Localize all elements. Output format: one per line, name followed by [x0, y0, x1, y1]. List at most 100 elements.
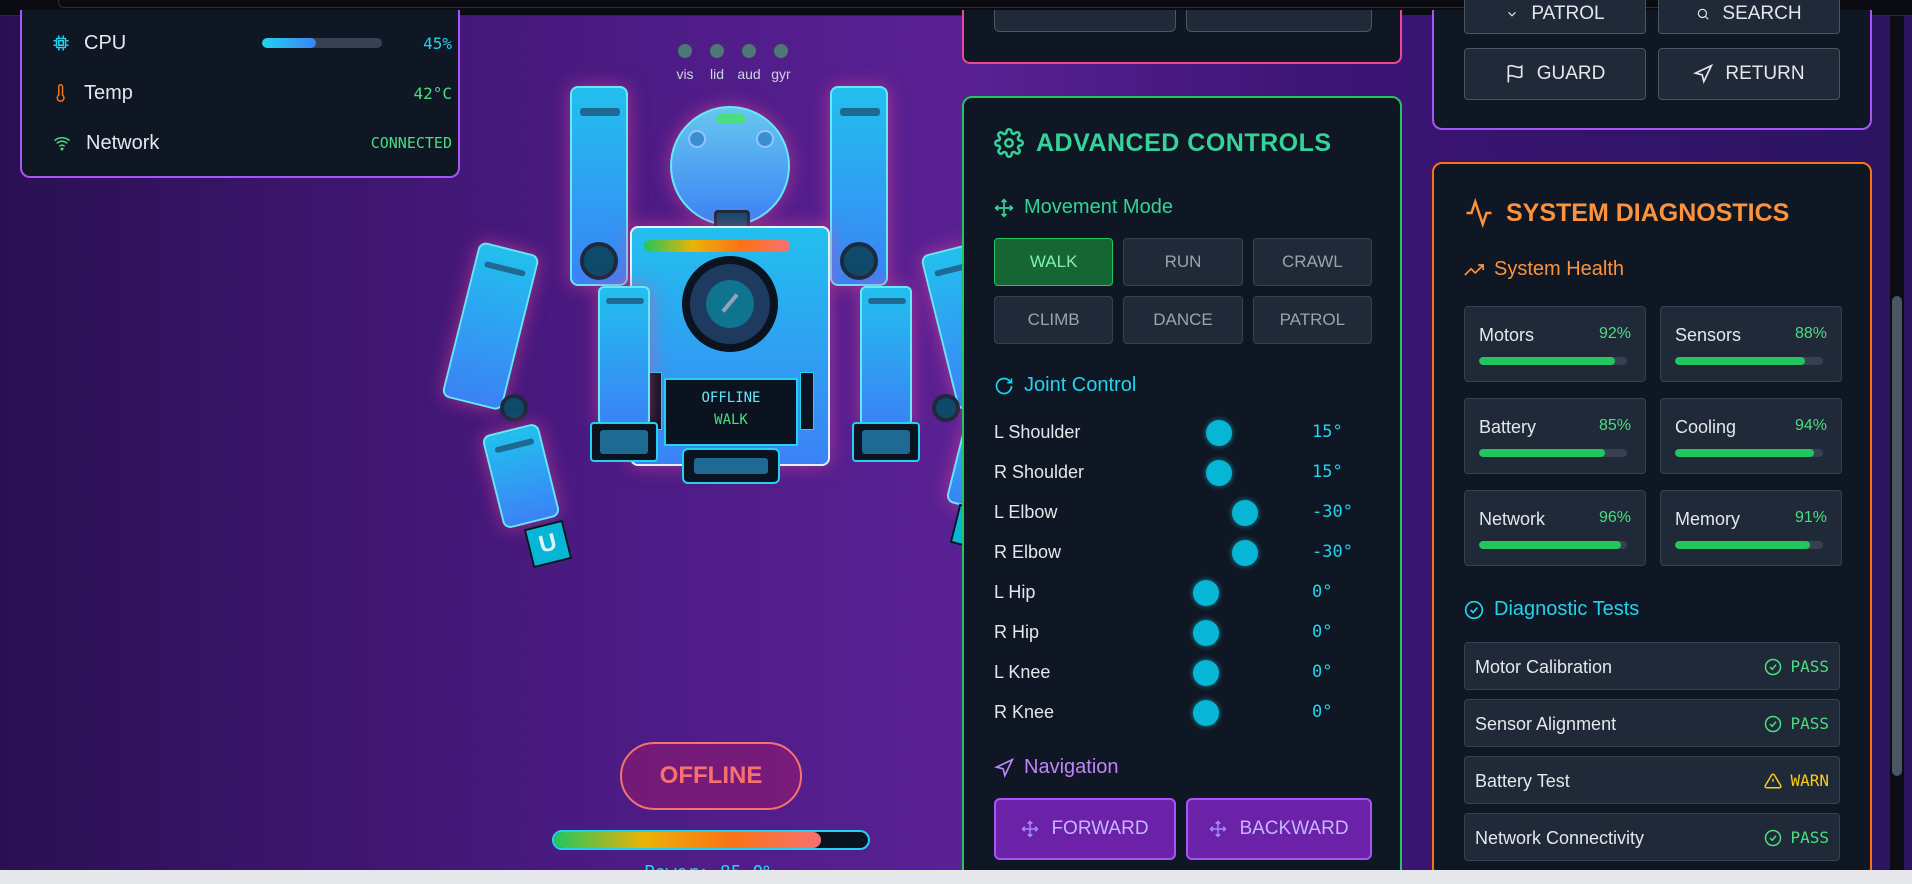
robot-model[interactable]: OFFLINE WALK U U — [441, 80, 1025, 580]
temp-label: Temp — [84, 81, 133, 104]
right-foot[interactable] — [852, 422, 920, 462]
left-leg[interactable] — [598, 286, 650, 426]
screen-mode: WALK — [714, 412, 748, 428]
health-bar — [1675, 541, 1823, 549]
mode-crawl-button[interactable]: CRAWL — [1252, 238, 1372, 286]
health-card-network: Network 96% — [1464, 490, 1646, 566]
trending-up-icon — [1464, 263, 1484, 276]
test-row-sensor-alignment[interactable]: Sensor Alignment PASS — [1464, 699, 1840, 747]
joint-slider-knob[interactable] — [1193, 620, 1219, 646]
joint-slider-knob[interactable] — [1232, 500, 1258, 526]
forward-label: FORWARD — [1051, 818, 1149, 839]
refresh-icon — [995, 377, 1013, 394]
joint-slider-knob[interactable] — [1206, 420, 1232, 446]
left-shoulder-joint[interactable] — [580, 242, 618, 280]
thermometer-icon — [56, 84, 65, 102]
health-card-motors: Motors 92% — [1464, 306, 1646, 382]
joint-slider-knob[interactable] — [1206, 460, 1232, 486]
health-bar — [1479, 357, 1627, 365]
temp-value: 42°C — [413, 83, 452, 103]
left-gripper[interactable]: U — [523, 519, 573, 569]
cpu-row: CPU 45% — [52, 28, 452, 58]
mode-patrol-button[interactable]: PATROL — [1252, 296, 1372, 344]
test-name: Motor Calibration — [1475, 657, 1613, 677]
backward-button[interactable]: BACKWARD — [1186, 798, 1372, 860]
cpu-bar — [262, 38, 382, 48]
joint-value: 15° — [1312, 462, 1343, 482]
system-health-title: System Health — [1494, 258, 1625, 280]
scrollbar-thumb[interactable] — [1892, 296, 1902, 776]
navigation-title: Navigation — [1024, 756, 1119, 778]
robot-head[interactable] — [670, 106, 790, 226]
health-card-sensors: Sensors 88% — [1660, 306, 1842, 382]
joint-label: R Knee — [994, 702, 1055, 722]
joint-control-title: Joint Control — [1024, 374, 1137, 396]
backward-label: BACKWARD — [1239, 818, 1349, 839]
health-card-cooling: Cooling 94% — [1660, 398, 1842, 474]
health-name: Network — [1479, 509, 1546, 529]
test-status-label: PASS — [1790, 714, 1829, 733]
right-shoulder-joint[interactable] — [840, 242, 878, 280]
mode-climb-button[interactable]: CLIMB — [994, 296, 1114, 344]
chip-icon — [53, 35, 69, 51]
taskbar-strip — [0, 870, 1912, 884]
network-value: CONNECTED — [370, 134, 452, 152]
joint-value: 0° — [1312, 582, 1333, 602]
health-value: 96% — [1598, 509, 1631, 526]
power-bar-fill — [554, 832, 821, 848]
health-bar-fill — [1479, 357, 1616, 365]
mode-run-button[interactable]: RUN — [1123, 238, 1243, 286]
forward-button[interactable]: FORWARD — [994, 798, 1176, 860]
right-elbow-joint[interactable] — [932, 394, 960, 422]
joint-slider-knob[interactable] — [1193, 660, 1219, 686]
flag-icon — [1507, 64, 1523, 83]
left-hand-segment[interactable] — [481, 422, 561, 530]
page-scrollbar[interactable] — [1890, 16, 1904, 876]
robot-torso[interactable]: OFFLINE WALK — [630, 226, 830, 466]
joint-slider-knob[interactable] — [1193, 580, 1219, 606]
health-bar-fill — [1675, 541, 1810, 549]
return-command-button[interactable]: RETURN — [1658, 48, 1840, 100]
joint-slider-knob[interactable] — [1193, 700, 1219, 726]
top-panel-button[interactable] — [1186, 10, 1372, 32]
diagnostics-header: SYSTEM DIAGNOSTICS — [1464, 198, 1789, 228]
mode-walk-button[interactable]: WALK — [994, 238, 1114, 286]
health-bar — [1675, 449, 1823, 457]
check-circle-icon — [1765, 829, 1782, 846]
test-status: PASS — [1764, 828, 1829, 847]
test-status: PASS — [1764, 714, 1829, 733]
patrol-command-label: PATROL — [1531, 2, 1605, 24]
guard-command-button[interactable]: GUARD — [1464, 48, 1646, 100]
health-name: Sensors — [1675, 325, 1742, 345]
health-name: Memory — [1675, 509, 1741, 529]
health-value: 85% — [1598, 417, 1631, 434]
move-icon — [994, 197, 1014, 218]
test-row-battery-test[interactable]: Battery Test WARN — [1464, 756, 1840, 804]
test-name: Network Connectivity — [1475, 828, 1645, 848]
cpu-label: CPU — [84, 31, 127, 54]
sensor-gyr: gyr — [768, 44, 794, 82]
health-value: 92% — [1598, 325, 1631, 342]
top-control-panel — [962, 10, 1402, 64]
test-row-network-connectivity[interactable]: Network Connectivity PASS — [1464, 813, 1840, 861]
left-elbow-joint[interactable] — [500, 394, 528, 422]
diagnostics-title: SYSTEM DIAGNOSTICS — [1506, 198, 1790, 227]
top-panel-button[interactable] — [994, 10, 1176, 32]
test-row-motor-calibration[interactable]: Motor Calibration PASS — [1464, 642, 1840, 690]
patrol-command-button[interactable]: PATROL — [1464, 0, 1646, 34]
test-status-label: WARN — [1790, 771, 1829, 790]
left-foot[interactable] — [590, 422, 658, 462]
joint-row-l-knee: L Knee 0° — [994, 654, 1364, 694]
joint-slider-knob[interactable] — [1232, 540, 1258, 566]
left-forearm[interactable] — [441, 241, 540, 412]
torso-heat-bar — [644, 240, 790, 252]
right-leg[interactable] — [860, 286, 912, 426]
search-command-button[interactable]: SEARCH — [1658, 0, 1840, 34]
search-command-label: SEARCH — [1722, 2, 1802, 24]
health-card-battery: Battery 85% — [1464, 398, 1646, 474]
mode-dance-button[interactable]: DANCE — [1123, 296, 1243, 344]
status-badge[interactable]: OFFLINE — [620, 742, 802, 810]
health-name: Motors — [1479, 325, 1535, 345]
joint-value: 0° — [1312, 702, 1333, 722]
network-row: Network CONNECTED — [52, 128, 452, 158]
